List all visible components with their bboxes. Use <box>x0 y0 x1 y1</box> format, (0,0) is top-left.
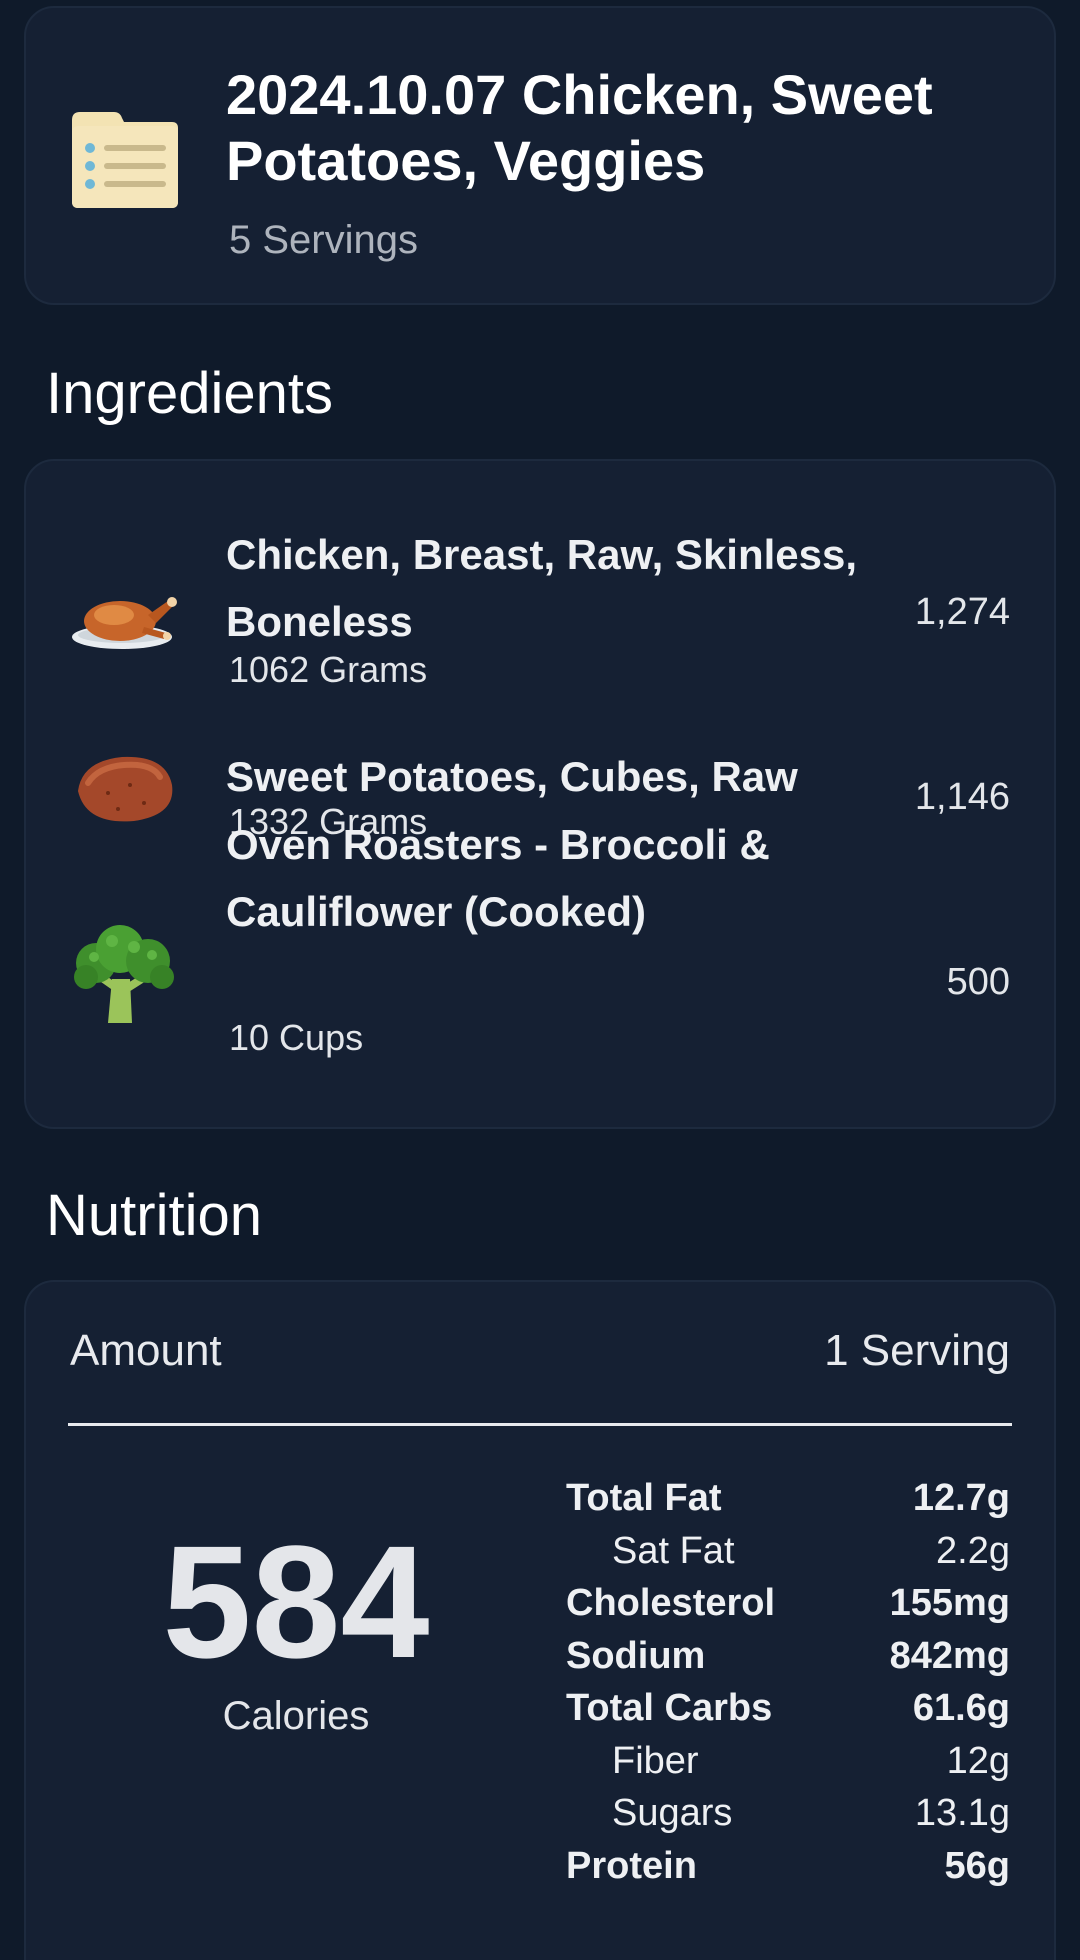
nutrient-value: 2.2g <box>936 1529 1010 1572</box>
nutrient-row-cholesterol: Cholesterol 155mg <box>566 1577 1010 1630</box>
divider <box>68 1423 1012 1426</box>
calories-value: 584 <box>162 1512 430 1691</box>
nutrient-value: 56g <box>944 1844 1010 1887</box>
nutrient-row-total-fat: Total Fat 12.7g <box>566 1472 1010 1525</box>
nutrient-value: 12g <box>946 1739 1010 1782</box>
ingredient-amount: 1062 Grams <box>229 649 428 690</box>
nutrition-card: Amount 1 Serving 584 Calories Total Fat … <box>24 1280 1056 1960</box>
nutrient-value: 155mg <box>889 1582 1010 1624</box>
nutrient-row-sodium: Sodium 842mg <box>566 1630 1010 1683</box>
ingredients-heading: Ingredients <box>46 361 333 426</box>
ingredient-name: Oven Roasters - Broccoli & Cauliflower (… <box>226 821 770 935</box>
nutrition-heading: Nutrition <box>46 1183 262 1248</box>
ingredient-amount: 10 Cups <box>229 1017 364 1058</box>
nutrient-name: Total Fat <box>566 1477 722 1519</box>
sweet-potato-icon <box>68 733 180 845</box>
nutrient-name: Sodium <box>566 1634 706 1677</box>
broccoli-icon <box>68 919 180 1031</box>
ingredient-name: Sweet Potatoes, Cubes, Raw <box>226 753 798 800</box>
roast-chicken-icon <box>68 569 180 681</box>
calories-label: Calories <box>222 1694 370 1738</box>
ingredient-name: Chicken, Breast, Raw, Skinless, Boneless <box>226 531 858 645</box>
nutrient-table: Total Fat 12.7g Sat Fat 2.2g Cholesterol… <box>566 1472 1010 1892</box>
nutrient-row-fiber: Fiber 12g <box>566 1735 1010 1788</box>
nutrient-row-sugars: Sugars 13.1g <box>566 1787 1010 1840</box>
nutrient-value: 61.6g <box>912 1687 1010 1729</box>
nutrient-row-sat-fat: Sat Fat 2.2g <box>566 1525 1010 1578</box>
nutrient-value: 12.7g <box>912 1477 1010 1519</box>
recipe-header-card[interactable]: 2024.10.07 Chicken, Sweet Potatoes, Vegg… <box>24 6 1056 305</box>
nutrient-name: Sugars <box>612 1792 733 1834</box>
nutrient-value: 842mg <box>889 1634 1010 1677</box>
nutrient-row-protein: Protein 56g <box>566 1840 1010 1893</box>
nutrient-row-total-carbs: Total Carbs 61.6g <box>566 1682 1010 1735</box>
ingredient-calories: 500 <box>946 961 1010 1003</box>
recipe-title: 2024.10.07 Chicken, Sweet Potatoes, Vegg… <box>226 63 933 192</box>
nutrient-name: Protein <box>566 1844 697 1887</box>
amount-label: Amount <box>70 1326 222 1375</box>
ingredient-calories: 1,274 <box>914 591 1010 633</box>
nutrient-name: Cholesterol <box>566 1582 776 1624</box>
nutrient-value: 13.1g <box>914 1792 1010 1834</box>
nutrient-name: Sat Fat <box>612 1529 735 1572</box>
ingredient-calories: 1,146 <box>914 776 1010 818</box>
ingredients-card: Chicken, Breast, Raw, Skinless, Boneless… <box>24 459 1056 1129</box>
serving-size-selector[interactable]: 1 Serving <box>824 1326 1010 1376</box>
recipe-card-icon <box>68 108 182 210</box>
nutrient-name: Fiber <box>612 1739 699 1782</box>
nutrient-name: Total Carbs <box>566 1687 773 1729</box>
recipe-servings: 5 Servings <box>229 218 418 262</box>
